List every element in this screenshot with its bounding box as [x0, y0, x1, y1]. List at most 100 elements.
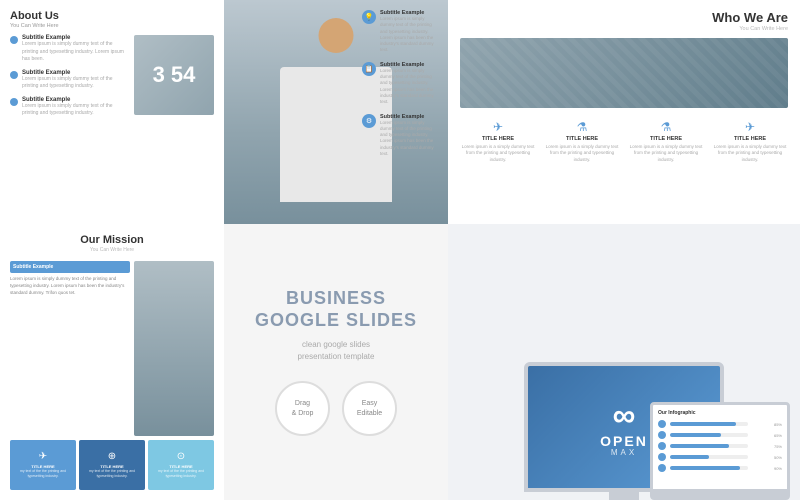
who-we-are-columns: ✈ TITLE HERE Lorem ipsum is a simply dum…: [460, 120, 788, 163]
inf-label-1: 85%: [752, 422, 782, 427]
mission-tile-icon-3: ⊙: [177, 451, 185, 462]
inf-bar-container-4: [670, 455, 748, 459]
biz-badge-drag: Drag& Drop: [275, 381, 330, 436]
bullet-text-1: Subtitle Example Lorem ipsum is simply d…: [22, 35, 128, 64]
our-mission-title: Our Mission: [10, 234, 214, 246]
title-col-1: ✈ TITLE HERE Lorem ipsum is a simply dum…: [460, 120, 536, 163]
icons-column: 💡 Subtitle Example Lorem ipsum is simply…: [362, 10, 440, 157]
about-us-title: About Us: [10, 10, 214, 22]
business-slides-card: BUSINESSGOOGLE SLIDES clean google slide…: [224, 224, 448, 500]
mission-subtitle-box: Subtitle Example: [10, 261, 130, 273]
title-col-2: ⚗ TITLE HERE Lorem ipsum is a simply dum…: [544, 120, 620, 163]
infographic-row-2: 65%: [658, 431, 782, 439]
bullet-item-3: Subtitle Example Lorem ipsum is simply d…: [10, 97, 128, 118]
bullet-icon-3: [10, 98, 18, 106]
about-us-subtitle: You Can Write Here: [10, 23, 214, 29]
inf-label-3: 75%: [752, 444, 782, 449]
inf-label-2: 65%: [752, 433, 782, 438]
who-we-are-card: Who We Are You Can Write Here ✈ TITLE HE…: [448, 0, 800, 224]
mission-tile-icon-2: ⊕: [108, 451, 116, 462]
infographic-rows: 85% 65% 75%: [658, 420, 782, 472]
bullet-icon-2: [10, 71, 18, 79]
inf-bar-container-5: [670, 466, 748, 470]
our-mission-card: Our Mission You Can Write Here Subtitle …: [0, 224, 224, 500]
infographic-title: Our Infographic: [658, 410, 782, 416]
title-col-icon-1: ✈: [460, 120, 536, 134]
inf-icon-4: [658, 453, 666, 461]
infographic-row-4: 50%: [658, 453, 782, 461]
mission-left: Subtitle Example Lorem ipsum is simply d…: [10, 261, 130, 436]
biz-badge-easy: EasyEditable: [342, 381, 397, 436]
monitor-wrapper: ∞ OPEN MAX Our Infographic 85%: [448, 234, 800, 500]
inf-bar-container-2: [670, 433, 748, 437]
title-col-icon-2: ⚗: [544, 120, 620, 134]
bullet-text-3: Subtitle Example Lorem ipsum is simply d…: [22, 97, 128, 118]
inf-label-4: 50%: [752, 455, 782, 460]
bullet-text-2: Subtitle Example Lorem ipsum is simply d…: [22, 70, 128, 91]
inf-bar-2: [670, 433, 721, 437]
icon-circle-2: 📋: [362, 62, 376, 76]
woman-face: [319, 18, 354, 53]
inf-label-5: 90%: [752, 466, 782, 471]
about-us-text: Subtitle Example Lorem ipsum is simply d…: [10, 35, 128, 218]
bullet-icon-1: [10, 36, 18, 44]
inf-bar-container-3: [670, 444, 748, 448]
infographic-row-5: 90%: [658, 464, 782, 472]
icon-circle-1: 💡: [362, 10, 376, 24]
mission-content: Subtitle Example Lorem ipsum is simply d…: [10, 261, 214, 436]
icon-text-block-1: Subtitle Example Lorem ipsum is simply d…: [380, 10, 440, 54]
mission-tiles: ✈ TITLE HERE my text of the the printing…: [10, 440, 214, 490]
woman-image: 💡 Subtitle Example Lorem ipsum is simply…: [224, 0, 448, 224]
inf-icon-2: [658, 431, 666, 439]
mission-desc: Lorem ipsum is simply dummy text of the …: [10, 276, 130, 296]
mission-tile-icon-1: ✈: [39, 451, 47, 462]
inf-icon-3: [658, 442, 666, 450]
who-we-are-title: Who We Are: [460, 10, 788, 25]
inf-icon-1: [658, 420, 666, 428]
mission-tile-1: ✈ TITLE HERE my text of the the printing…: [10, 440, 76, 490]
inf-bar-container-1: [670, 422, 748, 426]
mission-tile-3: ⊙ TITLE HERE my text of the the printing…: [148, 440, 214, 490]
monitor-logo-icon: ∞: [613, 397, 636, 434]
laptop-base: [650, 492, 790, 500]
title-col-3: ⚗ TITLE HERE Lorem ipsum is a simply dum…: [628, 120, 704, 163]
who-we-are-subtitle: You Can Write Here: [460, 26, 788, 32]
mission-tile-2: ⊕ TITLE HERE my text of the the printing…: [79, 440, 145, 490]
our-mission-subtitle: You Can Write Here: [10, 247, 214, 253]
infographic-row-1: 85%: [658, 420, 782, 428]
business-slides-title: BUSINESSGOOGLE SLIDES: [255, 288, 417, 331]
laptop-screen: Our Infographic 85% 65%: [650, 402, 790, 492]
icon-item-2: 📋 Subtitle Example Lorem ipsum is simply…: [362, 62, 440, 106]
about-us-content: Subtitle Example Lorem ipsum is simply d…: [10, 35, 214, 218]
inf-bar-4: [670, 455, 709, 459]
icon-item-1: 💡 Subtitle Example Lorem ipsum is simply…: [362, 10, 440, 54]
monitor-stand: [609, 492, 639, 500]
inf-bar-3: [670, 444, 729, 448]
icon-text-block-3: Subtitle Example Lorem ipsum is simply d…: [380, 114, 440, 158]
inf-icon-5: [658, 464, 666, 472]
icon-circle-3: ⚙: [362, 114, 376, 128]
inf-bar-5: [670, 466, 740, 470]
biz-badges: Drag& Drop EasyEditable: [275, 381, 397, 436]
who-we-are-image: [460, 38, 788, 108]
bullet-item-2: Subtitle Example Lorem ipsum is simply d…: [10, 70, 128, 91]
laptop: Our Infographic 85% 65%: [650, 402, 790, 500]
business-slides-subtitle: clean google slidespresentation template: [298, 339, 375, 363]
monitor-logo: ∞ OPEN MAX: [600, 397, 648, 457]
monitor-section: ∞ OPEN MAX Our Infographic 85%: [448, 224, 800, 500]
title-col-icon-4: ✈: [712, 120, 788, 134]
bullet-item-1: Subtitle Example Lorem ipsum is simply d…: [10, 35, 128, 64]
about-us-image: 3 54: [134, 35, 214, 115]
about-image-number: 3 54: [153, 62, 196, 88]
icon-item-3: ⚙ Subtitle Example Lorem ipsum is simply…: [362, 114, 440, 158]
title-col-icon-3: ⚗: [628, 120, 704, 134]
infographic-row-3: 75%: [658, 442, 782, 450]
title-col-4: ✈ TITLE HERE Lorem ipsum is a simply dum…: [712, 120, 788, 163]
woman-icons-card: 💡 Subtitle Example Lorem ipsum is simply…: [224, 0, 448, 224]
monitor-logo-sub: MAX: [611, 448, 637, 457]
inf-bar-1: [670, 422, 736, 426]
about-us-card: About Us You Can Write Here Subtitle Exa…: [0, 0, 224, 224]
mission-image: [134, 261, 214, 436]
icon-text-block-2: Subtitle Example Lorem ipsum is simply d…: [380, 62, 440, 106]
monitor-logo-brand: OPEN: [600, 434, 648, 448]
